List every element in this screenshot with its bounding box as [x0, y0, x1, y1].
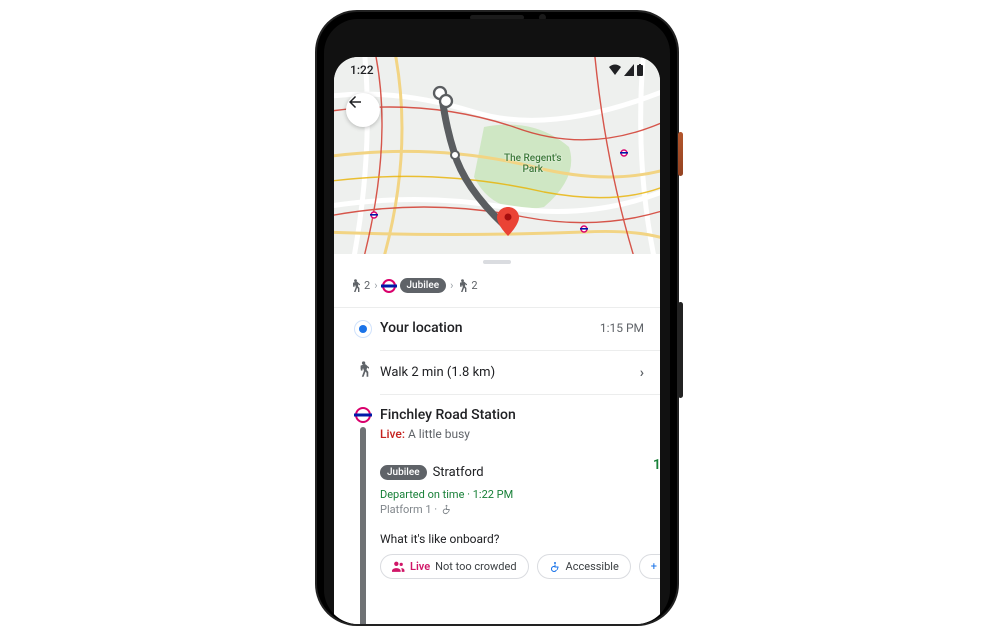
status-time: 1:22 [350, 63, 374, 77]
line-badge: Jubilee [400, 278, 447, 293]
tube-roundel-icon [355, 407, 371, 423]
line-badge: Jubilee [380, 465, 427, 480]
step-walk[interactable]: Walk 2 min (1.8 km) › [334, 351, 660, 394]
departure-destination: Stratford [433, 465, 484, 480]
wheelchair-icon [549, 561, 561, 573]
phone-power-button [678, 132, 683, 176]
tube-roundel-icon [382, 279, 396, 293]
walk-text: Walk 2 min (1.8 km) [380, 365, 495, 380]
plus-icon: + [651, 560, 657, 573]
people-icon [392, 561, 405, 572]
departure-status: Departed on time · 1:22 PM [380, 488, 660, 501]
chip-live-crowd[interactable]: Live Not too crowded [380, 554, 529, 579]
status-bar: 1:22 [334, 57, 660, 83]
departure-time: 1:22PM [653, 458, 660, 486]
station-name: Finchley Road Station [380, 407, 516, 423]
chip-temp[interactable]: + T [639, 554, 660, 579]
origin-label: Your location [380, 320, 463, 336]
onboard-question: What it's like onboard? [380, 532, 660, 546]
step-station[interactable]: Finchley Road Station Live: A little bus… [334, 395, 660, 591]
route-summary: 2 › Jubilee › 2 [334, 264, 660, 308]
wheelchair-icon [441, 504, 452, 515]
departure-platform: Platform 1 · [380, 503, 660, 516]
walk-icon [357, 361, 369, 378]
map-area[interactable]: The Regent's Park [334, 57, 660, 254]
status-icons [608, 64, 644, 76]
route-line [360, 427, 366, 624]
phone-volume-button [678, 302, 683, 398]
cell-signal-icon [624, 64, 634, 76]
wifi-icon [608, 64, 622, 76]
origin-time: 1:15 PM [600, 321, 644, 335]
live-status: A little busy [408, 427, 470, 441]
screen: 1:22 [334, 57, 660, 624]
chevron-right-icon: › [640, 365, 644, 381]
onboard-chips: Live Not too crowded Accessible + [380, 554, 660, 579]
back-button[interactable] [346, 93, 380, 127]
battery-icon [636, 64, 644, 76]
walk1-min: 2 [364, 279, 370, 292]
chip-lead: Live [410, 560, 430, 573]
walk-icon [350, 279, 360, 293]
origin-dot-icon [354, 320, 372, 338]
chevron-icon: › [450, 279, 453, 292]
chip-text: Not too crowded [435, 560, 516, 573]
arrow-left-icon [346, 93, 364, 111]
chevron-icon: › [374, 279, 377, 292]
chip-accessible[interactable]: Accessible [537, 554, 631, 579]
map-park-label: The Regent's Park [504, 153, 561, 175]
live-label: Live: [380, 427, 405, 441]
directions-sheet[interactable]: 2 › Jubilee › 2 [334, 254, 660, 624]
phone-frame: 1:22 [317, 12, 677, 624]
walk-icon [457, 279, 467, 293]
walk2-min: 2 [471, 279, 477, 292]
departure-block: Jubilee Stratford 1:22PM Departed on tim… [380, 458, 660, 579]
step-origin: Your location 1:15 PM [334, 308, 660, 350]
chip-text: Accessible [566, 560, 619, 573]
